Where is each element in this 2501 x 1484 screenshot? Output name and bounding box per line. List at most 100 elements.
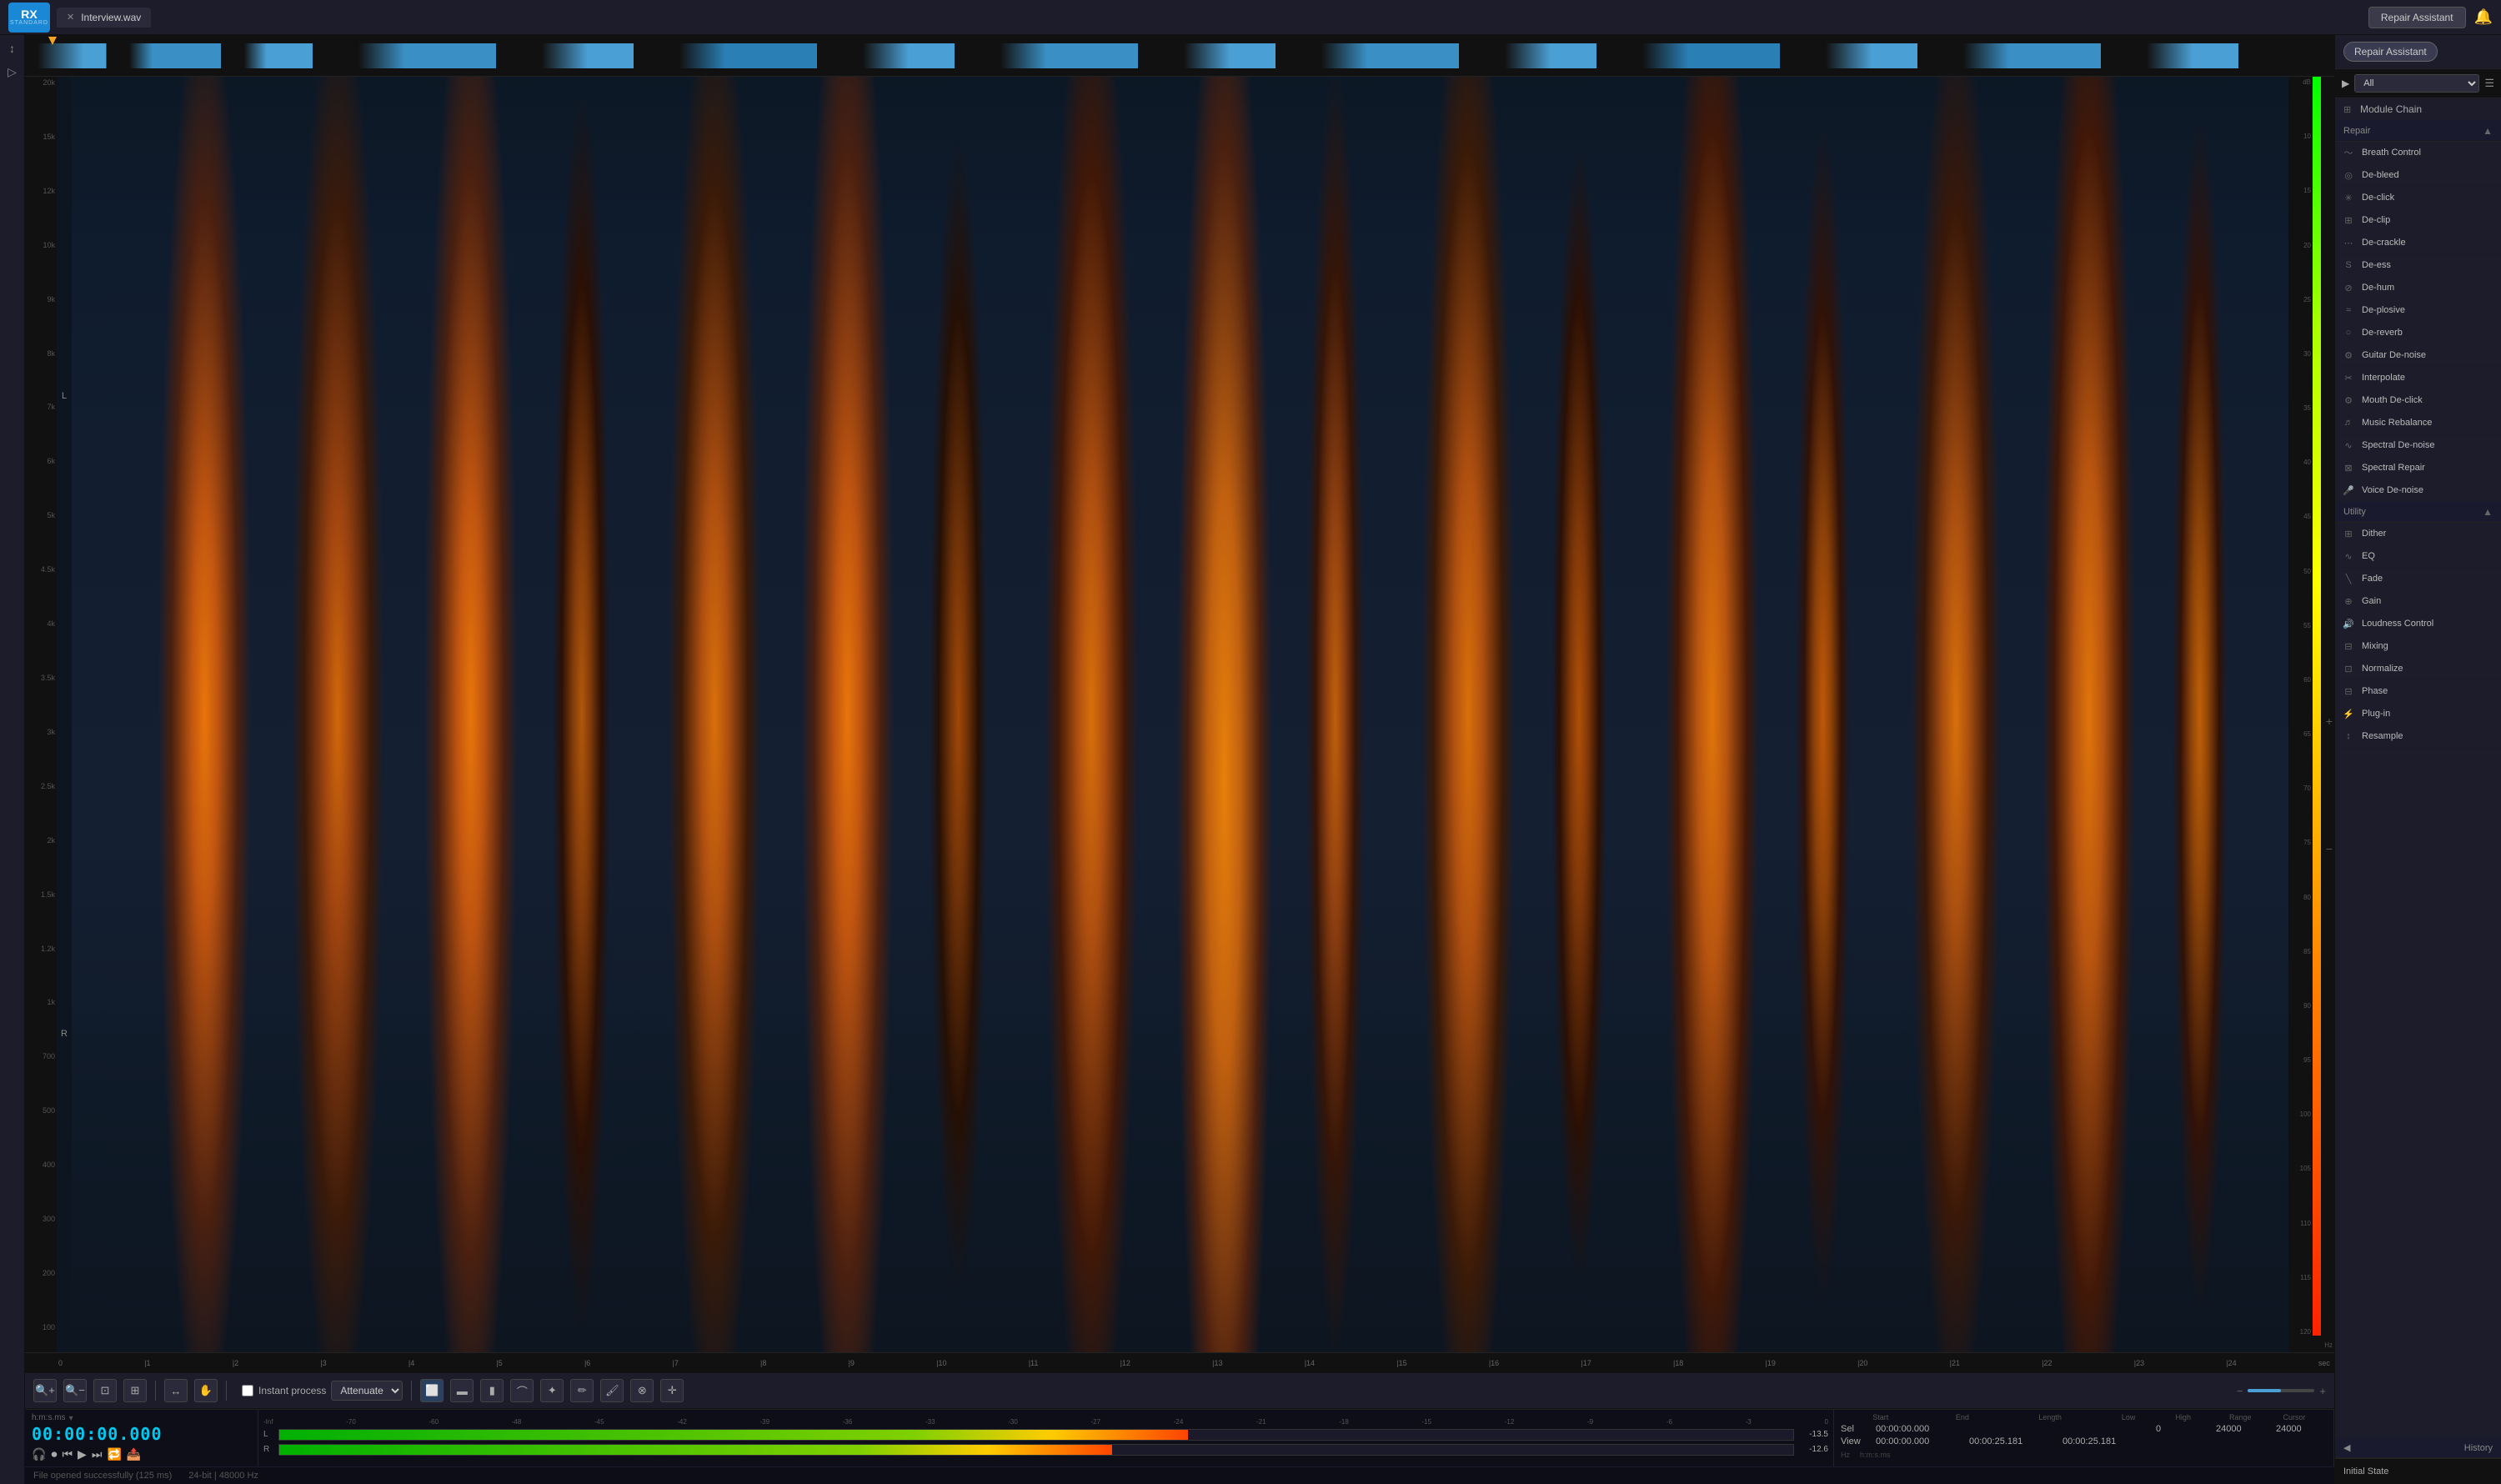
menu-item-guitar-de-noise[interactable]: ⚙ Guitar De-noise: [2335, 344, 2501, 367]
music-rebalance-icon: ♬: [2342, 416, 2355, 429]
menu-item-phase[interactable]: ⊟ Phase: [2335, 680, 2501, 703]
output-button[interactable]: 📤: [127, 1447, 141, 1461]
section-repair: Repair ▲: [2335, 121, 2501, 142]
instant-process-label: Instant process: [258, 1385, 326, 1396]
menu-item-de-hum[interactable]: ⊘ De-hum: [2335, 277, 2501, 299]
loop-button[interactable]: 🔁: [107, 1447, 121, 1461]
menu-item-voice-de-noise[interactable]: 🎤 Voice De-noise: [2335, 479, 2501, 502]
spectrogram-view[interactable]: [72, 77, 2288, 1352]
zoom-fit-button[interactable]: ⊡: [93, 1379, 117, 1402]
menu-item-de-click[interactable]: ✳ De-click: [2335, 187, 2501, 209]
select-time-tool[interactable]: ▬: [450, 1379, 474, 1402]
panel-menu-icon[interactable]: ☰: [2484, 77, 2494, 90]
prev-button[interactable]: ⏮: [62, 1447, 73, 1461]
separator-2: [226, 1381, 227, 1401]
panel-header: ▶ All ☰: [2335, 69, 2501, 98]
next-button[interactable]: ⏭: [92, 1447, 103, 1461]
menu-item-de-bleed[interactable]: ◎ De-bleed: [2335, 164, 2501, 187]
record-button[interactable]: ⏺: [51, 1447, 57, 1461]
zoom-out-freq[interactable]: −: [2326, 842, 2333, 855]
menu-item-spectral-de-noise[interactable]: ∿ Spectral De-noise: [2335, 434, 2501, 457]
menu-item-eq[interactable]: ∿ EQ: [2335, 545, 2501, 568]
mouth-de-click-label: Mouth De-click: [2362, 395, 2423, 405]
zoom-minus-icon[interactable]: −: [2237, 1385, 2243, 1397]
meter-bar-L: [279, 1430, 1188, 1440]
menu-item-de-clip[interactable]: ⊞ De-clip: [2335, 209, 2501, 232]
eraser-tool[interactable]: ⊗: [630, 1379, 654, 1402]
headphones-button[interactable]: 🎧: [32, 1447, 46, 1461]
menu-item-de-reverb[interactable]: ○ De-reverb: [2335, 322, 2501, 344]
pencil-tool[interactable]: ✏: [570, 1379, 594, 1402]
fade-label: Fade: [2362, 574, 2383, 584]
zoom-in-button[interactable]: 🔍+: [33, 1379, 57, 1402]
db-scale: dB 10 15 20 25 30 35 40 45 50 55 60 65 7…: [2288, 77, 2334, 1352]
info-sel-low: 0: [2156, 1424, 2206, 1434]
guitar-de-noise-icon: ⚙: [2342, 348, 2355, 362]
menu-item-resample[interactable]: ↕ Resample: [2335, 725, 2501, 748]
resample-icon: ↕: [2342, 729, 2355, 743]
menu-item-mouth-de-click[interactable]: ⚙ Mouth De-click: [2335, 389, 2501, 412]
channel-R-label: R: [61, 1029, 68, 1039]
history-arrow-left[interactable]: ◀: [2343, 1442, 2350, 1453]
zoom-out-button[interactable]: 🔍−: [63, 1379, 87, 1402]
channel-L-label: L: [62, 391, 67, 401]
brush-tool[interactable]: 🖌: [600, 1379, 624, 1402]
zoom-slider[interactable]: [2248, 1389, 2314, 1392]
crosshair-tool[interactable]: ✛: [660, 1379, 684, 1402]
menu-item-dither[interactable]: ⊞ Dither: [2335, 523, 2501, 545]
menu-item-loudness-control[interactable]: 🔊 Loudness Control: [2335, 613, 2501, 635]
menu-item-plug-in[interactable]: ⚡ Plug-in: [2335, 703, 2501, 725]
history-item-initial[interactable]: Initial State: [2343, 1464, 2493, 1479]
bottom-bar-top: h:m:s.ms ▾ 00:00:00.000 🎧 ⏺ ⏮ ▶ ⏭ 🔁 📤: [25, 1410, 2334, 1467]
meter-bar-L-container: [278, 1429, 1794, 1441]
info-blank: [1841, 1413, 1862, 1421]
mixing-label: Mixing: [2362, 641, 2388, 651]
info-sel-end: [1969, 1424, 2052, 1434]
de-reverb-label: De-reverb: [2362, 328, 2403, 338]
magic-wand-tool[interactable]: ✦: [540, 1379, 564, 1402]
select-rect-tool[interactable]: ⬜: [420, 1379, 444, 1402]
zoom-in-freq[interactable]: +: [2326, 714, 2333, 728]
notification-icon[interactable]: 🔔: [2474, 8, 2493, 26]
panel-play-icon[interactable]: ▶: [2342, 78, 2349, 89]
zoom-sel-button[interactable]: ⊞: [123, 1379, 147, 1402]
menu-item-interpolate[interactable]: ✂ Interpolate: [2335, 367, 2501, 389]
waveform-overview[interactable]: [25, 35, 2334, 77]
menu-item-gain[interactable]: ⊕ Gain: [2335, 590, 2501, 613]
menu-item-de-plosive[interactable]: ≈ De-plosive: [2335, 299, 2501, 322]
panel-filter-select[interactable]: All: [2354, 74, 2479, 93]
menu-item-music-rebalance[interactable]: ♬ Music Rebalance: [2335, 412, 2501, 434]
menu-item-de-ess[interactable]: S De-ess: [2335, 254, 2501, 277]
menu-item-de-crackle[interactable]: ⋯ De-crackle: [2335, 232, 2501, 254]
repair-assistant-panel-button[interactable]: Repair Assistant: [2343, 42, 2438, 62]
spectrogram-area[interactable]: 20k 15k 12k 10k 9k 8k 7k 6k 5k 4.5k 4k 3…: [25, 77, 2334, 1352]
module-chain-row[interactable]: ⊞ Module Chain: [2335, 98, 2501, 121]
instant-process-checkbox[interactable]: [242, 1385, 253, 1396]
info-cursor-header: Cursor: [2283, 1413, 2328, 1421]
menu-item-normalize[interactable]: ⊡ Normalize: [2335, 658, 2501, 680]
select-freq-tool[interactable]: ▮: [480, 1379, 504, 1402]
cursor-tool[interactable]: ↕: [3, 38, 23, 58]
menu-item-mixing[interactable]: ⊟ Mixing: [2335, 635, 2501, 658]
separator-3: [411, 1381, 412, 1401]
center-area: 20k 15k 12k 10k 9k 8k 7k 6k 5k 4.5k 4k 3…: [25, 35, 2334, 1484]
menu-item-spectral-repair[interactable]: ⊠ Spectral Repair: [2335, 457, 2501, 479]
de-clip-label: De-clip: [2362, 215, 2390, 225]
close-icon[interactable]: ✕: [67, 12, 74, 23]
attenuate-select[interactable]: Attenuate Remove: [331, 1381, 403, 1401]
file-tab[interactable]: ✕ Interview.wav: [57, 8, 151, 28]
lasso-tool[interactable]: ⌒: [510, 1379, 534, 1402]
de-plosive-label: De-plosive: [2362, 305, 2405, 315]
repair-assistant-button[interactable]: Repair Assistant: [2368, 7, 2466, 28]
module-chain-icon: ⊞: [2343, 104, 2355, 115]
menu-item-fade[interactable]: ╲ Fade: [2335, 568, 2501, 590]
play-button[interactable]: ▶: [78, 1447, 87, 1461]
arrow-tool[interactable]: ▷: [3, 62, 23, 82]
menu-item-breath-control[interactable]: 〜 Breath Control: [2335, 142, 2501, 164]
hand-tool-button[interactable]: ✋: [194, 1379, 218, 1402]
info-view-length: 00:00:25.181: [2062, 1436, 2146, 1446]
zoom-plus-icon[interactable]: +: [2319, 1385, 2326, 1397]
pan-left-button[interactable]: ↔: [164, 1379, 188, 1402]
repair-section-arrow[interactable]: ▲: [2483, 125, 2493, 137]
utility-section-arrow[interactable]: ▲: [2483, 506, 2493, 518]
